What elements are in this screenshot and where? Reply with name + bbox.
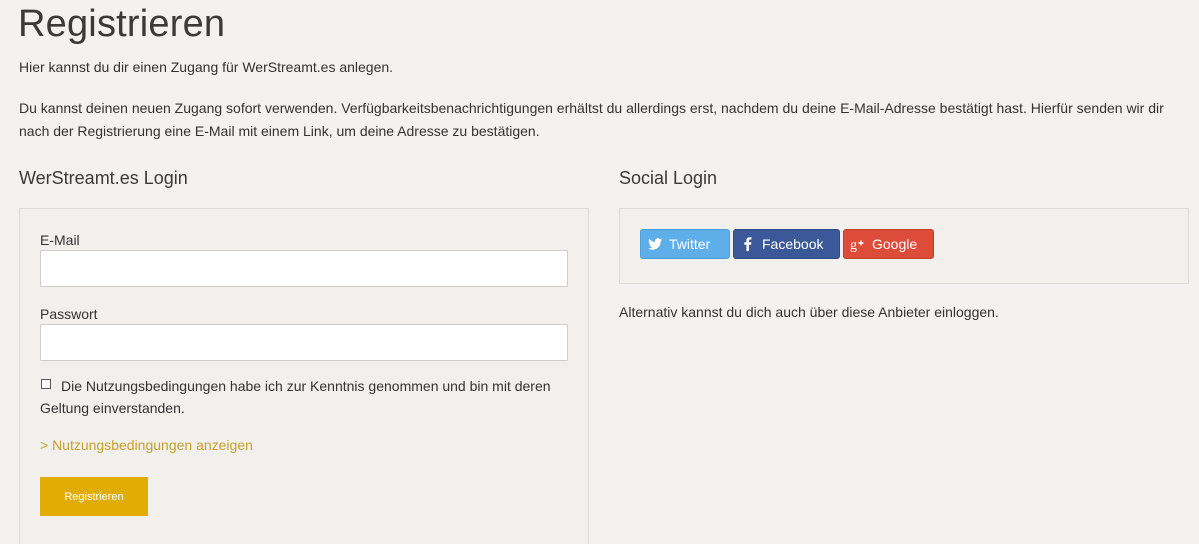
show-terms-link[interactable]: > Nutzungsbedingungen anzeigen [40,436,253,454]
svg-text:g: g [850,238,857,252]
social-login-panel: Twitter Facebook g Google [619,208,1189,284]
intro-text: Hier kannst du dir einen Zugang für WerS… [19,59,394,75]
login-panel: E-Mail Passwort Die Nutzungsbedingungen … [19,208,589,544]
twitter-label: Twitter [669,236,711,252]
facebook-f-icon [744,237,752,251]
password-label: Passwort [40,306,98,322]
page-title: Registrieren [18,3,226,45]
login-heading: WerStreamt.es Login [19,168,188,188]
terms-text: Die Nutzungsbedingungen habe ich zur Ken… [40,378,551,416]
terms-checkbox[interactable] [41,379,51,389]
email-field[interactable] [40,250,568,287]
twitter-login-button[interactable]: Twitter [640,229,730,259]
google-login-button[interactable]: g Google [843,229,934,259]
facebook-label: Facebook [762,236,824,252]
registration-page: Registrieren Hier kannst du dir einen Zu… [0,0,1199,544]
social-login-heading: Social Login [619,168,718,188]
facebook-login-button[interactable]: Facebook [733,229,840,259]
email-label: E-Mail [40,232,80,248]
register-button[interactable]: Registrieren [40,477,148,516]
alternative-login-text: Alternativ kannst du dich auch über dies… [619,304,999,320]
google-plus-icon: g [850,238,864,252]
info-text: Du kannst deinen neuen Zugang sofort ver… [19,100,1164,139]
twitter-bird-icon [648,238,663,250]
terms-consent: Die Nutzungsbedingungen habe ich zur Ken… [40,375,565,419]
google-label: Google [872,236,918,252]
password-field[interactable] [40,324,568,361]
